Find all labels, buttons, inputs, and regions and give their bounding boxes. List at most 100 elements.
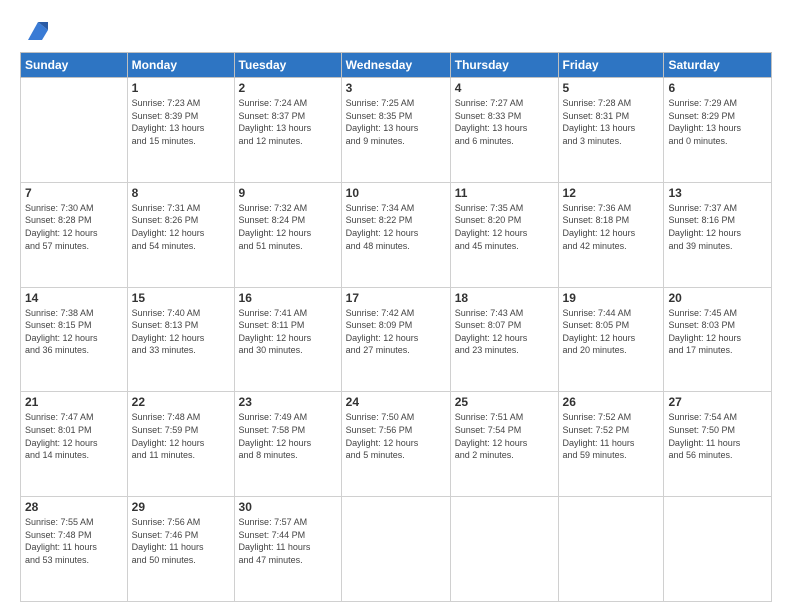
day-number: 18 bbox=[455, 291, 554, 305]
day-cell bbox=[341, 497, 450, 602]
day-cell: 22 Sunrise: 7:48 AM Sunset: 7:59 PM Dayli… bbox=[127, 392, 234, 497]
week-row-3: 14Sunrise: 7:38 AM Sunset: 8:15 PM Dayli… bbox=[21, 287, 772, 392]
day-cell: 19 Sunrise: 7:44 AM Sunset: 8:05 PM Dayli… bbox=[558, 287, 664, 392]
day-number: 6 bbox=[668, 81, 767, 95]
logo bbox=[20, 16, 52, 44]
day-number: 7 bbox=[25, 186, 123, 200]
day-info: Sunrise: 7:56 AM Sunset: 7:46 PM Dayligh… bbox=[132, 516, 230, 566]
week-row-5: 28 Sunrise: 7:55 AM Sunset: 7:48 PM Dayli… bbox=[21, 497, 772, 602]
day-number: 11 bbox=[455, 186, 554, 200]
weekday-header-thursday: Thursday bbox=[450, 53, 558, 78]
day-info: Sunrise: 7:35 AM Sunset: 8:20 PM Dayligh… bbox=[455, 202, 554, 252]
day-number: 15 bbox=[132, 291, 230, 305]
day-cell: 30Sunrise: 7:57 AM Sunset: 7:44 PM Dayli… bbox=[234, 497, 341, 602]
day-number: 20 bbox=[668, 291, 767, 305]
day-cell: 18 Sunrise: 7:43 AM Sunset: 8:07 PM Dayli… bbox=[450, 287, 558, 392]
week-row-1: 1 Sunrise: 7:23 AM Sunset: 8:39 PM Daylig… bbox=[21, 78, 772, 183]
day-cell: 4 Sunrise: 7:27 AM Sunset: 8:33 PM Daylig… bbox=[450, 78, 558, 183]
day-cell: 1 Sunrise: 7:23 AM Sunset: 8:39 PM Daylig… bbox=[127, 78, 234, 183]
day-info: Sunrise: 7:50 AM Sunset: 7:56 PM Dayligh… bbox=[346, 411, 446, 461]
day-info: Sunrise: 7:57 AM Sunset: 7:44 PM Dayligh… bbox=[239, 516, 337, 566]
logo-icon bbox=[24, 16, 52, 44]
day-cell: 2 Sunrise: 7:24 AM Sunset: 8:37 PM Daylig… bbox=[234, 78, 341, 183]
day-number: 1 bbox=[132, 81, 230, 95]
day-number: 24 bbox=[346, 395, 446, 409]
day-number: 17 bbox=[346, 291, 446, 305]
day-cell bbox=[450, 497, 558, 602]
day-number: 25 bbox=[455, 395, 554, 409]
day-info: Sunrise: 7:30 AM Sunset: 8:28 PM Dayligh… bbox=[25, 202, 123, 252]
day-cell: 3 Sunrise: 7:25 AM Sunset: 8:35 PM Daylig… bbox=[341, 78, 450, 183]
day-info: Sunrise: 7:55 AM Sunset: 7:48 PM Dayligh… bbox=[25, 516, 123, 566]
day-info: Sunrise: 7:31 AM Sunset: 8:26 PM Dayligh… bbox=[132, 202, 230, 252]
day-info: Sunrise: 7:41 AM Sunset: 8:11 PM Dayligh… bbox=[239, 307, 337, 357]
day-cell: 6 Sunrise: 7:29 AM Sunset: 8:29 PM Daylig… bbox=[664, 78, 772, 183]
day-cell: 28 Sunrise: 7:55 AM Sunset: 7:48 PM Dayli… bbox=[21, 497, 128, 602]
day-number: 27 bbox=[668, 395, 767, 409]
day-cell: 9 Sunrise: 7:32 AM Sunset: 8:24 PM Daylig… bbox=[234, 182, 341, 287]
day-cell: 11 Sunrise: 7:35 AM Sunset: 8:20 PM Dayli… bbox=[450, 182, 558, 287]
day-number: 8 bbox=[132, 186, 230, 200]
day-cell: 20 Sunrise: 7:45 AM Sunset: 8:03 PM Dayli… bbox=[664, 287, 772, 392]
calendar-table: SundayMondayTuesdayWednesdayThursdayFrid… bbox=[20, 52, 772, 602]
day-cell: 17 Sunrise: 7:42 AM Sunset: 8:09 PM Dayli… bbox=[341, 287, 450, 392]
day-info: Sunrise: 7:48 AM Sunset: 7:59 PM Dayligh… bbox=[132, 411, 230, 461]
day-number: 16 bbox=[239, 291, 337, 305]
day-info: Sunrise: 7:49 AM Sunset: 7:58 PM Dayligh… bbox=[239, 411, 337, 461]
weekday-header-tuesday: Tuesday bbox=[234, 53, 341, 78]
day-cell: 27 Sunrise: 7:54 AM Sunset: 7:50 PM Dayli… bbox=[664, 392, 772, 497]
page: SundayMondayTuesdayWednesdayThursdayFrid… bbox=[0, 0, 792, 612]
day-cell bbox=[664, 497, 772, 602]
weekday-header-saturday: Saturday bbox=[664, 53, 772, 78]
day-number: 22 bbox=[132, 395, 230, 409]
day-info: Sunrise: 7:27 AM Sunset: 8:33 PM Dayligh… bbox=[455, 97, 554, 147]
weekday-header-friday: Friday bbox=[558, 53, 664, 78]
day-cell bbox=[21, 78, 128, 183]
week-row-4: 21Sunrise: 7:47 AM Sunset: 8:01 PM Dayli… bbox=[21, 392, 772, 497]
day-cell: 5 Sunrise: 7:28 AM Sunset: 8:31 PM Daylig… bbox=[558, 78, 664, 183]
day-info: Sunrise: 7:24 AM Sunset: 8:37 PM Dayligh… bbox=[239, 97, 337, 147]
day-number: 12 bbox=[563, 186, 660, 200]
day-info: Sunrise: 7:42 AM Sunset: 8:09 PM Dayligh… bbox=[346, 307, 446, 357]
day-info: Sunrise: 7:32 AM Sunset: 8:24 PM Dayligh… bbox=[239, 202, 337, 252]
day-number: 9 bbox=[239, 186, 337, 200]
day-number: 3 bbox=[346, 81, 446, 95]
day-cell: 14Sunrise: 7:38 AM Sunset: 8:15 PM Dayli… bbox=[21, 287, 128, 392]
day-info: Sunrise: 7:51 AM Sunset: 7:54 PM Dayligh… bbox=[455, 411, 554, 461]
day-info: Sunrise: 7:54 AM Sunset: 7:50 PM Dayligh… bbox=[668, 411, 767, 461]
day-info: Sunrise: 7:43 AM Sunset: 8:07 PM Dayligh… bbox=[455, 307, 554, 357]
day-number: 28 bbox=[25, 500, 123, 514]
day-cell: 15Sunrise: 7:40 AM Sunset: 8:13 PM Dayli… bbox=[127, 287, 234, 392]
day-number: 5 bbox=[563, 81, 660, 95]
day-number: 26 bbox=[563, 395, 660, 409]
weekday-header-sunday: Sunday bbox=[21, 53, 128, 78]
day-number: 10 bbox=[346, 186, 446, 200]
weekday-header-row: SundayMondayTuesdayWednesdayThursdayFrid… bbox=[21, 53, 772, 78]
day-number: 19 bbox=[563, 291, 660, 305]
day-info: Sunrise: 7:45 AM Sunset: 8:03 PM Dayligh… bbox=[668, 307, 767, 357]
day-number: 29 bbox=[132, 500, 230, 514]
day-cell: 16 Sunrise: 7:41 AM Sunset: 8:11 PM Dayli… bbox=[234, 287, 341, 392]
day-cell: 24 Sunrise: 7:50 AM Sunset: 7:56 PM Dayli… bbox=[341, 392, 450, 497]
header bbox=[20, 16, 772, 44]
day-info: Sunrise: 7:44 AM Sunset: 8:05 PM Dayligh… bbox=[563, 307, 660, 357]
day-cell: 13Sunrise: 7:37 AM Sunset: 8:16 PM Dayli… bbox=[664, 182, 772, 287]
day-cell bbox=[558, 497, 664, 602]
day-number: 4 bbox=[455, 81, 554, 95]
week-row-2: 7 Sunrise: 7:30 AM Sunset: 8:28 PM Daylig… bbox=[21, 182, 772, 287]
day-info: Sunrise: 7:23 AM Sunset: 8:39 PM Dayligh… bbox=[132, 97, 230, 147]
day-number: 23 bbox=[239, 395, 337, 409]
day-info: Sunrise: 7:52 AM Sunset: 7:52 PM Dayligh… bbox=[563, 411, 660, 461]
day-info: Sunrise: 7:36 AM Sunset: 8:18 PM Dayligh… bbox=[563, 202, 660, 252]
day-info: Sunrise: 7:47 AM Sunset: 8:01 PM Dayligh… bbox=[25, 411, 123, 461]
day-info: Sunrise: 7:28 AM Sunset: 8:31 PM Dayligh… bbox=[563, 97, 660, 147]
day-number: 14 bbox=[25, 291, 123, 305]
day-cell: 23 Sunrise: 7:49 AM Sunset: 7:58 PM Dayli… bbox=[234, 392, 341, 497]
day-cell: 21Sunrise: 7:47 AM Sunset: 8:01 PM Dayli… bbox=[21, 392, 128, 497]
day-info: Sunrise: 7:29 AM Sunset: 8:29 PM Dayligh… bbox=[668, 97, 767, 147]
day-number: 2 bbox=[239, 81, 337, 95]
day-cell: 12 Sunrise: 7:36 AM Sunset: 8:18 PM Dayli… bbox=[558, 182, 664, 287]
weekday-header-wednesday: Wednesday bbox=[341, 53, 450, 78]
day-info: Sunrise: 7:25 AM Sunset: 8:35 PM Dayligh… bbox=[346, 97, 446, 147]
day-info: Sunrise: 7:34 AM Sunset: 8:22 PM Dayligh… bbox=[346, 202, 446, 252]
